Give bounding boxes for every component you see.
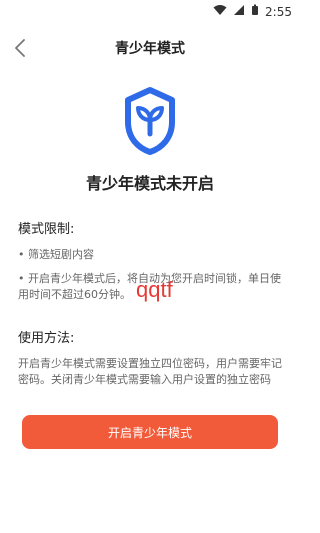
back-chevron-icon[interactable]: [10, 38, 30, 58]
watermark-text: qqtf: [136, 277, 173, 302]
restrictions-title: 模式限制:: [18, 222, 75, 237]
signal-icon: [233, 4, 245, 19]
status-icons: 2:55: [213, 4, 292, 19]
usage-text: 开启青少年模式需要设置独立四位密码，用户需要牢记密码。关闭青少年模式需要输入用户…: [18, 357, 282, 386]
mode-status-heading: 青少年模式未开启: [85, 174, 214, 193]
status-bar: 2:55: [0, 0, 300, 24]
battery-icon: [251, 4, 259, 19]
enable-youth-mode-button[interactable]: 开启青少年模式: [22, 415, 278, 449]
usage-title: 使用方法:: [18, 331, 75, 346]
restriction-item: • 筛选短剧内容: [18, 248, 94, 261]
status-time: 2:55: [265, 4, 292, 19]
usage-section: 使用方法: 开启青少年模式需要设置独立四位密码，用户需要牢记密码。关闭青少年模式…: [0, 327, 300, 388]
shield-area: [0, 86, 300, 160]
wifi-icon: [213, 4, 227, 19]
top-nav: 青少年模式: [0, 24, 300, 72]
shield-sprout-icon: [120, 86, 180, 160]
page-title: 青少年模式: [115, 41, 185, 57]
